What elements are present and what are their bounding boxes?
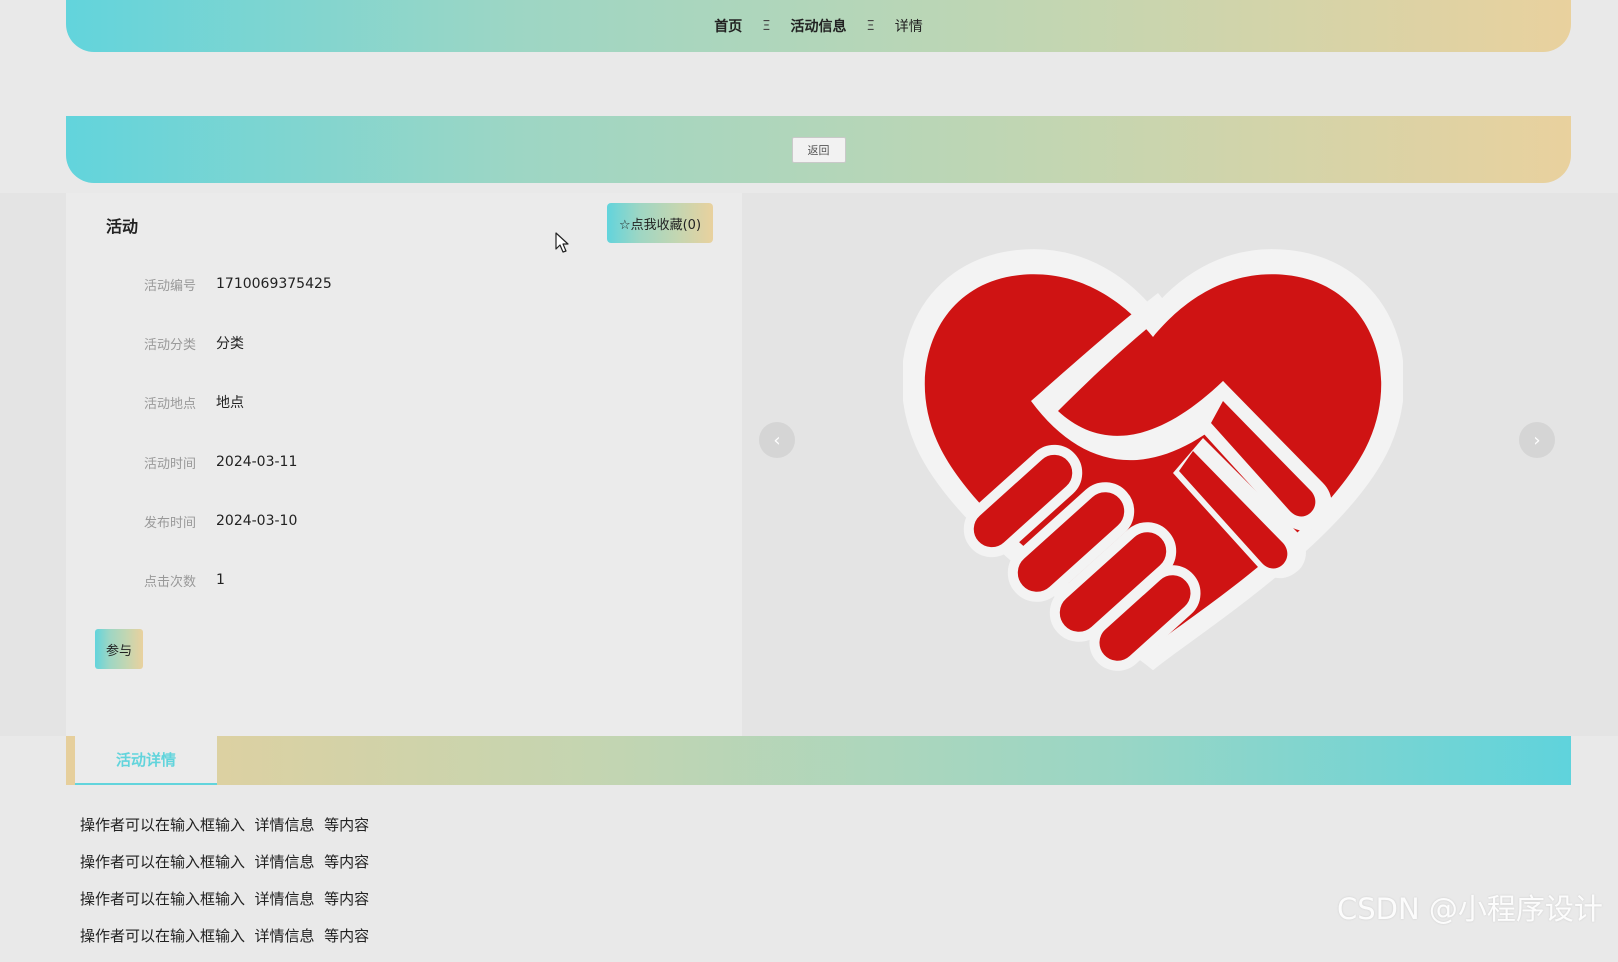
field-click-count: 点击次数 1 — [66, 565, 742, 595]
field-publish-time: 发布时间 2024-03-10 — [66, 506, 742, 536]
mouse-cursor-icon — [555, 232, 569, 253]
detail-content: 操作者可以在输入框输入 详情信息 等内容 操作者可以在输入框输入 详情信息 等内… — [80, 814, 369, 962]
breadcrumb-detail: 详情 — [894, 19, 923, 35]
field-value: 分类 — [216, 336, 244, 352]
image-carousel: ‹ › — [743, 193, 1571, 736]
back-button[interactable]: 返回 — [791, 136, 846, 163]
field-label: 活动地点 — [143, 396, 196, 412]
field-value: 1 — [216, 572, 225, 588]
join-button[interactable]: 参与 — [95, 629, 143, 669]
field-activity-location: 活动地点 地点 — [66, 387, 742, 417]
field-activity-time: 活动时间 2024-03-11 — [66, 447, 742, 477]
field-label: 活动编号 — [143, 278, 196, 294]
activity-info-panel: 活动 ☆点我收藏(0) 活动编号 1710069375425 活动分类 分类 活… — [66, 193, 742, 736]
breadcrumb-separator-icon: Ξ — [866, 18, 875, 34]
breadcrumb-activity-info[interactable]: 活动信息 — [791, 16, 847, 36]
carousel-next-icon[interactable]: › — [1519, 422, 1555, 458]
detail-line: 操作者可以在输入框输入 详情信息 等内容 — [80, 816, 370, 834]
field-activity-id: 活动编号 1710069375425 — [66, 269, 742, 299]
tab-activity-detail[interactable]: 活动详情 — [75, 736, 217, 785]
detail-line: 操作者可以在输入框输入 详情信息 等内容 — [80, 927, 370, 945]
field-value: 1710069375425 — [216, 276, 332, 292]
field-label: 点击次数 — [143, 574, 196, 590]
field-value: 2024-03-10 — [216, 513, 298, 529]
field-label: 活动分类 — [143, 337, 196, 353]
field-label: 活动时间 — [143, 456, 196, 472]
field-label: 发布时间 — [143, 515, 196, 531]
back-bar: 返回 — [66, 116, 1571, 183]
panel-title: 活动 — [106, 217, 139, 236]
detail-line: 操作者可以在输入框输入 详情信息 等内容 — [80, 853, 370, 871]
field-value: 2024-03-11 — [216, 454, 298, 470]
detail-tab-bar: 活动详情 — [66, 736, 1571, 785]
carousel-prev-icon[interactable]: ‹ — [759, 422, 795, 458]
field-activity-category: 活动分类 分类 — [66, 328, 742, 358]
watermark: CSDN @小程序设计 — [1337, 892, 1603, 926]
breadcrumb-home[interactable]: 首页 — [714, 16, 742, 36]
field-value: 地点 — [216, 395, 244, 411]
heart-handshake-icon — [903, 249, 1403, 671]
favorite-button[interactable]: ☆点我收藏(0) — [607, 203, 713, 243]
breadcrumb-separator-icon: Ξ — [762, 18, 771, 34]
detail-line: 操作者可以在输入框输入 详情信息 等内容 — [80, 890, 370, 908]
breadcrumb: 首页 Ξ 活动信息 Ξ 详情 — [66, 0, 1571, 52]
